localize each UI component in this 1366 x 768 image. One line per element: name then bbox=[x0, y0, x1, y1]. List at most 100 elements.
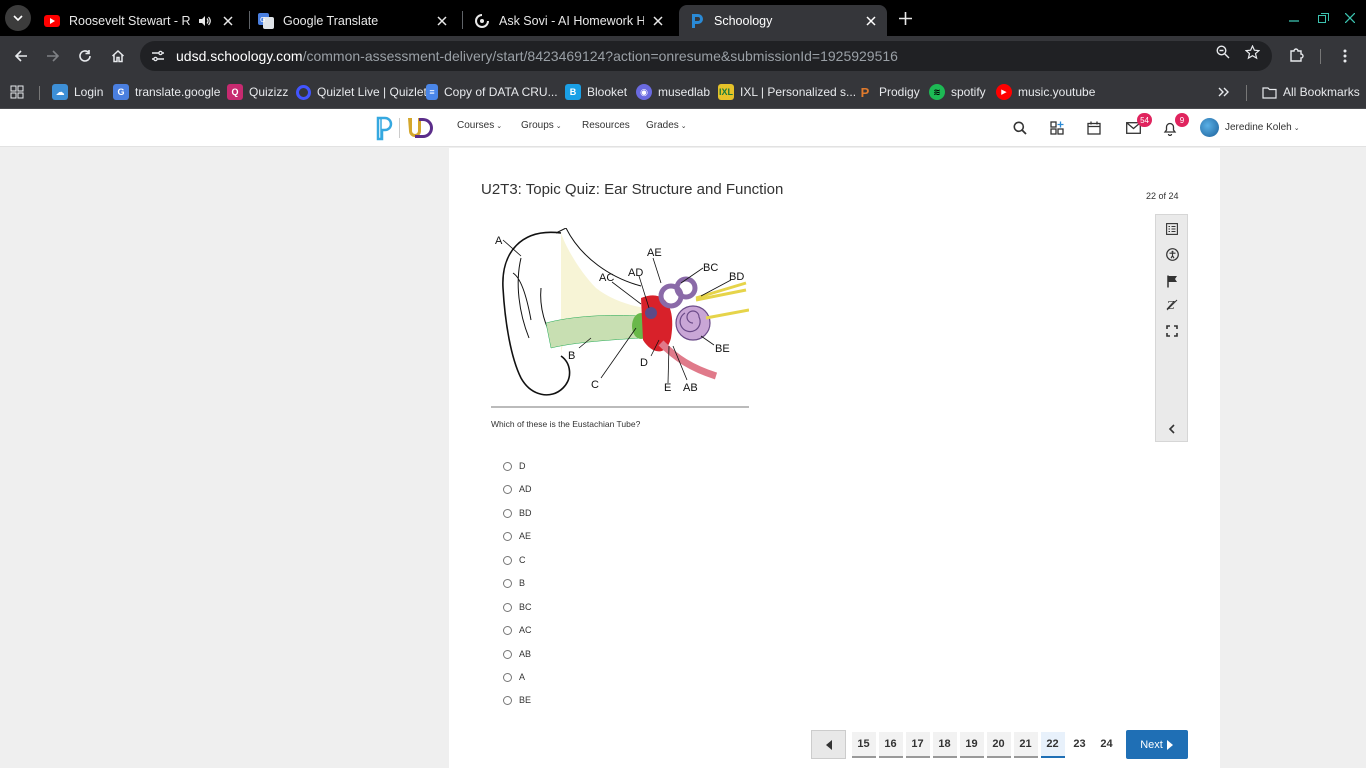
choice-option[interactable]: B bbox=[503, 576, 525, 590]
zoom-icon[interactable] bbox=[1215, 44, 1231, 60]
bookmark-quizizz[interactable]: Q Quizizz bbox=[227, 81, 288, 103]
page-button-24[interactable]: 24 bbox=[1095, 732, 1119, 758]
bell-icon[interactable]: 9 bbox=[1161, 113, 1189, 137]
bookmark-blooket[interactable]: B Blooket bbox=[565, 81, 627, 103]
tab-ask-sovi[interactable]: Ask Sovi - AI Homework Helper bbox=[464, 5, 674, 36]
chevron-down-icon: ⌄ bbox=[555, 122, 562, 130]
radio-button[interactable] bbox=[503, 578, 512, 588]
page-button-17[interactable]: 17 bbox=[905, 731, 930, 758]
bookmark-translate[interactable]: Gtranslate.google bbox=[113, 81, 220, 103]
tab-separator bbox=[462, 11, 463, 29]
choice-option[interactable]: C bbox=[503, 553, 526, 567]
radio-button[interactable] bbox=[503, 602, 512, 612]
all-bookmarks[interactable]: All Bookmarks bbox=[1261, 81, 1360, 103]
radio-button[interactable] bbox=[503, 531, 512, 541]
question-list-icon[interactable] bbox=[1163, 220, 1181, 238]
page-button-15[interactable]: 15 bbox=[851, 731, 876, 758]
page-button-18[interactable]: 18 bbox=[932, 731, 957, 758]
bookmark-quizlet[interactable]: Quizlet Live | Quizlet bbox=[296, 81, 427, 103]
tab-youtube[interactable]: Roosevelt Stewart - Redeem bbox=[34, 5, 244, 36]
choice-option[interactable]: AE bbox=[503, 529, 531, 543]
nav-resources[interactable]: Resources bbox=[582, 120, 630, 131]
site-info-icon[interactable] bbox=[150, 48, 166, 64]
nav-courses[interactable]: Courses ⌄ bbox=[457, 120, 502, 131]
home-button[interactable] bbox=[107, 45, 129, 67]
page-button-21[interactable]: 21 bbox=[1013, 731, 1038, 758]
accessibility-icon[interactable] bbox=[1163, 245, 1181, 263]
extensions-icon[interactable] bbox=[1289, 46, 1305, 62]
close-tab-icon[interactable] bbox=[220, 13, 236, 29]
choice-option[interactable]: D bbox=[503, 459, 526, 473]
choice-option[interactable]: A bbox=[503, 670, 525, 684]
schoology-logo[interactable] bbox=[375, 115, 437, 141]
next-button[interactable]: Next bbox=[1126, 730, 1188, 759]
apps-grid-icon[interactable] bbox=[10, 81, 24, 103]
close-tab-icon[interactable] bbox=[434, 13, 450, 29]
close-window-button[interactable] bbox=[1340, 8, 1360, 28]
kebab-menu-icon[interactable] bbox=[1337, 48, 1353, 64]
bookmark-prodigy[interactable]: P Prodigy bbox=[857, 81, 920, 103]
search-icon[interactable] bbox=[1011, 119, 1029, 137]
bookmark-youtube-music[interactable]: ▶ music.youtube bbox=[996, 81, 1095, 103]
nav-groups[interactable]: Groups ⌄ bbox=[521, 120, 562, 131]
tab-google-translate[interactable]: G Google Translate bbox=[248, 5, 458, 36]
radio-button[interactable] bbox=[503, 625, 512, 635]
close-tab-icon[interactable] bbox=[650, 13, 666, 29]
bookmark-star-icon[interactable] bbox=[1244, 44, 1260, 60]
nav-label: Courses bbox=[457, 120, 495, 131]
radio-button[interactable] bbox=[503, 672, 512, 682]
apps-icon[interactable] bbox=[1048, 119, 1066, 137]
choice-option[interactable]: BC bbox=[503, 600, 532, 614]
bookmark-login[interactable]: ☁ Login bbox=[52, 81, 103, 103]
speaker-icon[interactable] bbox=[196, 13, 212, 29]
radio-button[interactable] bbox=[503, 508, 512, 518]
notification-count-badge: 9 bbox=[1175, 113, 1189, 127]
bookmark-spotify[interactable]: ≋ spotify bbox=[929, 81, 986, 103]
back-button[interactable] bbox=[10, 45, 32, 67]
nav-label: Grades bbox=[646, 120, 679, 131]
page-button-23[interactable]: 23 bbox=[1068, 732, 1092, 758]
nav-label: Resources bbox=[582, 120, 630, 131]
google-translate-icon: G bbox=[258, 12, 274, 29]
restore-button[interactable] bbox=[1313, 8, 1333, 28]
flag-icon[interactable] bbox=[1163, 272, 1181, 290]
page-button-22-current[interactable]: 22 bbox=[1040, 731, 1065, 758]
forward-button[interactable] bbox=[42, 45, 64, 67]
choice-option[interactable]: AC bbox=[503, 623, 532, 637]
nav-grades[interactable]: Grades ⌄ bbox=[646, 120, 687, 131]
page-button-16[interactable]: 16 bbox=[878, 731, 903, 758]
choice-option[interactable]: AB bbox=[503, 647, 531, 661]
radio-button[interactable] bbox=[503, 649, 512, 659]
more-bookmarks-icon[interactable] bbox=[1218, 81, 1230, 103]
bookmark-docs[interactable]: ≡ Copy of DATA CRU... bbox=[426, 81, 558, 103]
clear-format-icon[interactable]: Z bbox=[1163, 296, 1181, 314]
bookmark-ixl[interactable]: IXL IXL | Personalized s... bbox=[718, 81, 856, 103]
close-tab-icon[interactable] bbox=[863, 13, 879, 29]
tab-title: Schoology bbox=[714, 13, 773, 28]
user-menu[interactable]: Jeredine Koleh ⌄ bbox=[1200, 118, 1300, 137]
radio-button[interactable] bbox=[503, 484, 512, 494]
tab-search-button[interactable] bbox=[5, 5, 31, 31]
choice-option[interactable]: AD bbox=[503, 482, 532, 496]
reload-button[interactable] bbox=[74, 45, 96, 67]
radio-button[interactable] bbox=[503, 695, 512, 705]
avatar bbox=[1200, 118, 1219, 137]
address-bar[interactable]: udsd.schoology.com/common-assessment-del… bbox=[140, 41, 1272, 71]
page-button-19[interactable]: 19 bbox=[959, 731, 984, 758]
radio-button[interactable] bbox=[503, 555, 512, 565]
calendar-icon[interactable] bbox=[1085, 119, 1103, 137]
mail-icon[interactable]: 54 bbox=[1124, 113, 1152, 137]
bookmark-label: translate.google bbox=[135, 85, 221, 99]
page-button-20[interactable]: 20 bbox=[986, 731, 1011, 758]
choice-option[interactable]: BD bbox=[503, 506, 532, 520]
radio-button[interactable] bbox=[503, 461, 512, 471]
bookmark-musedlab[interactable]: ◉ musedlab bbox=[636, 81, 710, 103]
tab-schoology[interactable]: Schoology bbox=[679, 5, 887, 36]
tab-title: Google Translate bbox=[283, 13, 379, 28]
choice-option[interactable]: BE bbox=[503, 693, 531, 707]
previous-question-button[interactable] bbox=[811, 730, 846, 759]
new-tab-button[interactable] bbox=[895, 8, 915, 28]
collapse-panel-icon[interactable] bbox=[1163, 420, 1181, 438]
minimize-button[interactable] bbox=[1284, 8, 1304, 28]
fullscreen-icon[interactable] bbox=[1163, 322, 1181, 340]
